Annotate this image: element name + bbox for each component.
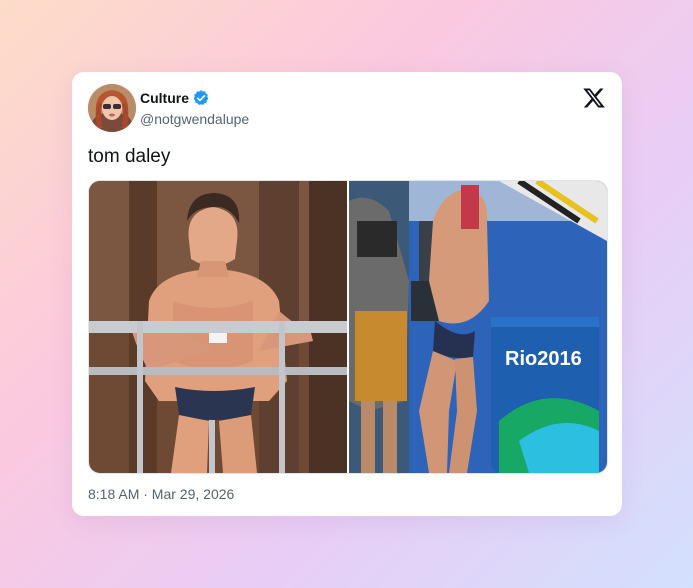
media-grid[interactable]: Rio2016 [88, 180, 608, 474]
author-name-row[interactable]: Culture [140, 89, 210, 107]
avatar-image [88, 84, 136, 132]
avatar[interactable] [88, 84, 136, 132]
photo-diver-rio[interactable]: Rio2016 [349, 181, 607, 473]
x-logo-icon[interactable] [582, 86, 606, 110]
tweet-timestamp[interactable]: 8:18 AM · Mar 29, 2026 [88, 486, 234, 502]
photo-diver-poolside[interactable] [89, 181, 347, 473]
author-display-name[interactable]: Culture [140, 90, 189, 106]
author-handle[interactable]: @notgwendalupe [140, 111, 249, 127]
tweet-card[interactable]: Culture @notgwendalupe tom daley Rio2016… [72, 72, 622, 516]
verified-badge-icon [193, 90, 209, 105]
rio-sign-text: Rio2016 [505, 348, 582, 370]
tweet-text: tom daley [88, 146, 171, 167]
